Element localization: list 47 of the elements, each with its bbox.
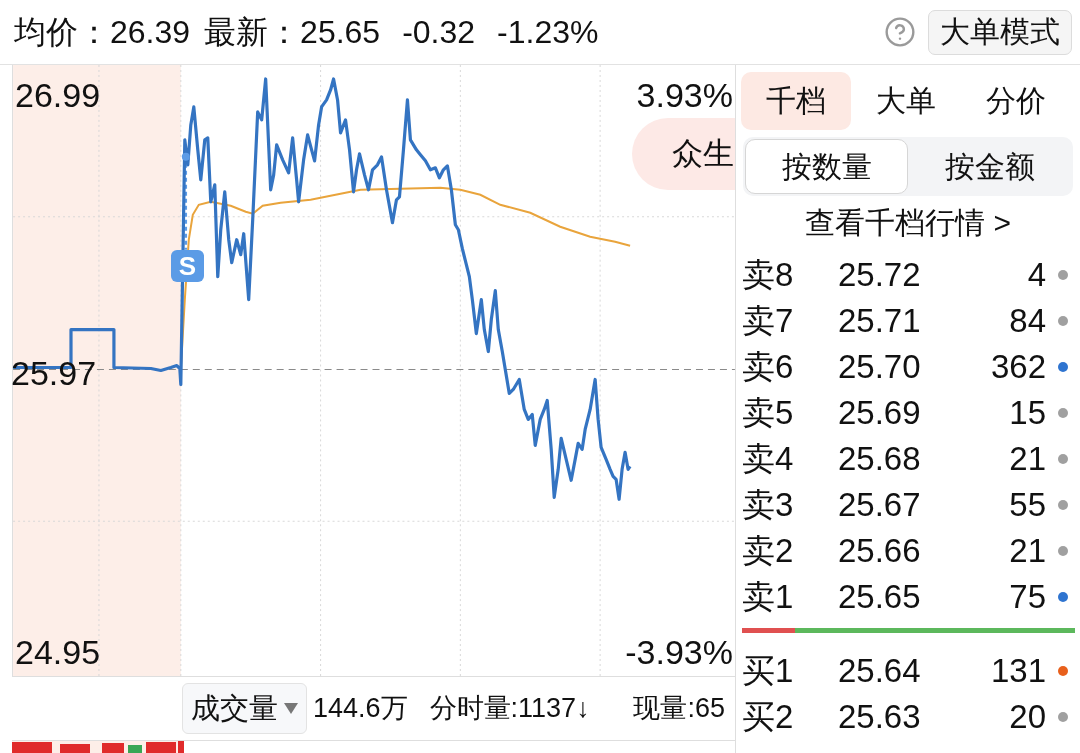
price-text: 25.68 [838, 439, 922, 479]
level-label: 卖1 [742, 577, 795, 617]
volume-text: 20 [1009, 697, 1046, 737]
tick-volume-text: 分时量:1137↓ [429, 692, 590, 726]
price-text: 25.64 [838, 651, 922, 691]
volume-text: 362 [990, 347, 1046, 387]
mode-button[interactable]: 大单模式 [928, 9, 1072, 55]
caret-icon [284, 703, 298, 714]
price-text: 25.63 [838, 697, 922, 737]
volume-text: 4 [1027, 255, 1046, 295]
tab[interactable]: 分价 [961, 72, 1071, 130]
segment-toggle[interactable]: 按数量 [745, 139, 908, 194]
level-label: 卖5 [742, 393, 795, 433]
price-text: 25.65 [838, 577, 922, 617]
help-icon[interactable] [884, 16, 916, 48]
volume-text: 21 [1009, 439, 1046, 479]
total-volume-text: 144.6万 [313, 692, 408, 726]
volume-selector-dropdown[interactable]: 成交量 [182, 683, 307, 734]
volume-text: 75 [1009, 577, 1046, 617]
level-label: 卖3 [742, 485, 795, 525]
average-price-text: 均价：26.39 [14, 13, 191, 52]
volume-text: 131 [990, 651, 1046, 691]
current-volume-text: 现量:65 [633, 692, 725, 726]
volume-text: 55 [1009, 485, 1046, 525]
level-label: 卖6 [742, 347, 795, 387]
price-text: 25.67 [838, 485, 922, 525]
price-text: 25.71 [838, 301, 922, 341]
price-text: 25.69 [838, 393, 922, 433]
change-text: -0.32 [402, 13, 476, 52]
depth-link[interactable]: 查看千档行情 > [805, 208, 1011, 238]
level-label: 卖7 [742, 301, 795, 341]
level-label: 卖8 [742, 255, 795, 295]
tab[interactable]: 大单 [851, 72, 961, 130]
volume-text: 21 [1009, 531, 1046, 571]
segment-toggle[interactable]: 按金额 [908, 139, 1071, 194]
latest-price-text: 最新：25.65 [204, 13, 381, 52]
volume-text: 15 [1009, 393, 1046, 433]
change-percent-text: -1.23% [497, 13, 599, 52]
volume-text: 84 [1009, 301, 1046, 341]
tab[interactable]: 千档 [741, 72, 851, 130]
price-text: 25.66 [838, 531, 922, 571]
level-label: 买2 [742, 697, 795, 737]
price-text: 25.70 [838, 347, 922, 387]
level-label: 卖2 [742, 531, 795, 571]
price-text: 25.72 [838, 255, 922, 295]
level-label: 卖4 [742, 439, 795, 479]
level-label: 买1 [742, 651, 795, 691]
